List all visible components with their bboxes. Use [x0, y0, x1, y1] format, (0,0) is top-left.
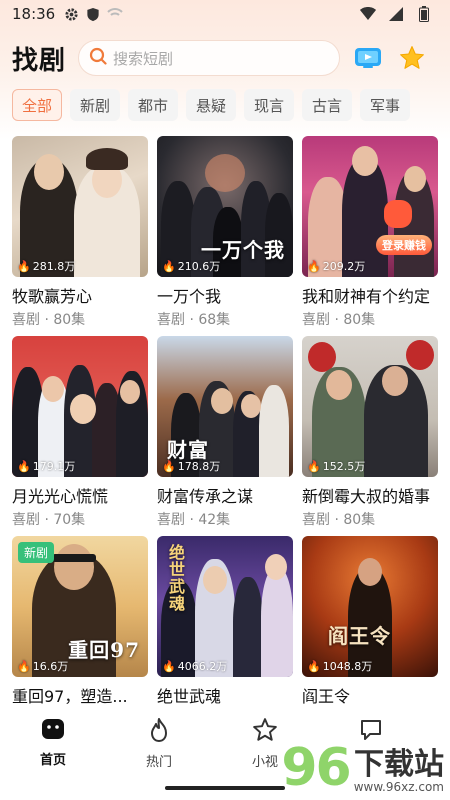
page-title: 找剧 — [12, 45, 67, 76]
drama-title: 重回97，塑造... — [12, 687, 128, 706]
drama-title: 月光光心慌慌 — [12, 487, 109, 506]
poster-title: 绝世武魂 — [166, 544, 185, 612]
tab-ancient-romance[interactable]: 古言 — [302, 89, 352, 121]
view-count: 🔥 178.8万 — [162, 459, 221, 474]
drama-title: 新倒霉大叔的婚事 — [302, 487, 431, 506]
category-tabs: 全部 新剧 都市 悬疑 现言 古言 军事 — [12, 89, 450, 123]
drama-grid: 🔥 281.8万 牧歌赢芳心 喜剧 · 80集 一万个我 🔥 210.6万 一万个我… — [12, 136, 438, 716]
flame-icon: 🔥 — [162, 459, 176, 473]
flame-icon: 🔥 — [307, 459, 321, 473]
drama-meta: 喜剧 · 80集 — [302, 512, 376, 528]
drama-poster: 财富 🔥 178.8万 — [157, 336, 293, 477]
drama-card[interactable]: 新剧 重回97 🔥 16.6万 重回97，塑造... — [12, 536, 148, 716]
watermark-number: 96 — [281, 738, 351, 798]
drama-title: 阎王令 — [302, 687, 351, 706]
drama-card[interactable]: 🔥 152.5万 新倒霉大叔的婚事 喜剧 · 80集 — [302, 336, 438, 528]
view-count: 🔥 1048.8万 — [307, 659, 373, 674]
view-count: 🔥 209.2万 — [307, 259, 366, 274]
view-count: 🔥 179.1万 — [17, 459, 76, 474]
tab-military[interactable]: 军事 — [360, 89, 410, 121]
view-count: 🔥 4066.2万 — [162, 659, 228, 674]
wifi-icon — [360, 6, 376, 22]
signal-icon — [388, 6, 404, 22]
drama-poster: 🔥 281.8万 — [12, 136, 148, 277]
watermark-url: www.96xz.com — [353, 780, 444, 794]
nav-home-label: 首页 — [39, 753, 66, 768]
gear-icon — [63, 6, 79, 22]
nav-hot-label: 热门 — [145, 755, 172, 770]
flame-icon: 🔥 — [162, 259, 176, 273]
site-watermark: 96 下载站 www.96xz.com — [281, 742, 444, 794]
tab-urban[interactable]: 都市 — [128, 89, 178, 121]
home-indicator — [165, 786, 285, 790]
tab-new[interactable]: 新剧 — [70, 89, 120, 121]
new-badge: 新剧 — [18, 542, 55, 563]
status-time: 18:36 — [12, 5, 56, 23]
nav-small-video-label: 小视 — [251, 755, 278, 770]
view-count: 🔥 281.8万 — [17, 259, 76, 274]
drama-meta: 喜剧 · 80集 — [302, 312, 376, 328]
view-count: 🔥 16.6万 — [17, 659, 69, 674]
flame-icon: 🔥 — [307, 659, 321, 673]
tv-icon[interactable] — [352, 42, 384, 74]
drama-title: 一万个我 — [157, 287, 222, 306]
poster-title: 重回97 — [68, 638, 140, 662]
drama-card[interactable]: 财富 🔥 178.8万 财富传承之谋 喜剧 · 42集 — [157, 336, 293, 528]
drama-card[interactable]: 一万个我 🔥 210.6万 一万个我 喜剧 · 68集 — [157, 136, 293, 328]
flame-icon: 🔥 — [17, 459, 31, 473]
drama-poster: 阎王令 🔥 1048.8万 — [302, 536, 438, 677]
drama-poster: 新剧 重回97 🔥 16.6万 — [12, 536, 148, 677]
drama-card[interactable]: 🔥 179.1万 月光光心慌慌 喜剧 · 70集 — [12, 336, 148, 528]
battery-icon — [416, 6, 432, 22]
tab-all[interactable]: 全部 — [12, 89, 62, 121]
drama-poster: 一万个我 🔥 210.6万 — [157, 136, 293, 277]
header: 找剧 搜索短剧 — [0, 38, 450, 78]
flame-icon: 🔥 — [307, 259, 321, 273]
drama-title: 牧歌赢芳心 — [12, 287, 93, 306]
tab-modern-romance[interactable]: 现言 — [244, 89, 294, 121]
drama-meta: 喜剧 · 70集 — [12, 512, 86, 528]
search-placeholder: 搜索短剧 — [113, 49, 174, 68]
search-icon — [89, 47, 107, 69]
tab-suspense[interactable]: 悬疑 — [186, 89, 236, 121]
poster-title: 阎王令 — [328, 624, 391, 648]
wifi-off-icon — [107, 6, 123, 22]
drama-poster: 🔥 179.1万 — [12, 336, 148, 477]
flame-icon: 🔥 — [17, 659, 31, 673]
drama-meta: 喜剧 · 68集 — [157, 312, 231, 328]
drama-poster: 绝世武魂 🔥 4066.2万 — [157, 536, 293, 677]
nav-home[interactable]: 首页 — [0, 717, 106, 800]
login-earn-badge[interactable]: 登录赚钱 — [376, 235, 432, 255]
drama-title: 我和财神有个约定 — [302, 287, 431, 306]
star-icon — [252, 717, 278, 747]
drama-poster: 🔥 152.5万 — [302, 336, 438, 477]
drama-card[interactable]: 阎王令 🔥 1048.8万 阎王令 — [302, 536, 438, 716]
flame-icon: 🔥 — [162, 659, 176, 673]
drama-card[interactable]: 🔥 281.8万 牧歌赢芳心 喜剧 · 80集 — [12, 136, 148, 328]
flame-icon: 🔥 — [17, 259, 31, 273]
drama-title: 绝世武魂 — [157, 687, 222, 706]
status-bar: 18:36 — [0, 0, 450, 28]
view-count: 🔥 152.5万 — [307, 459, 366, 474]
view-count: 🔥 210.6万 — [162, 259, 221, 274]
star-icon[interactable] — [396, 42, 428, 74]
shield-icon — [85, 6, 101, 22]
drama-poster: 登录赚钱 🔥 209.2万 — [302, 136, 438, 277]
watermark-text: 下载站 — [354, 747, 444, 782]
drama-meta: 喜剧 · 42集 — [157, 512, 231, 528]
search-input[interactable]: 搜索短剧 — [78, 40, 341, 76]
drama-card[interactable]: 绝世武魂 🔥 4066.2万 绝世武魂 — [157, 536, 293, 716]
flame-icon — [147, 717, 171, 747]
drama-meta: 喜剧 · 80集 — [12, 312, 86, 328]
home-icon — [40, 717, 66, 745]
drama-card[interactable]: 登录赚钱 🔥 209.2万 我和财神有个约定 喜剧 · 80集 — [302, 136, 438, 328]
drama-title: 财富传承之谋 — [157, 487, 254, 506]
